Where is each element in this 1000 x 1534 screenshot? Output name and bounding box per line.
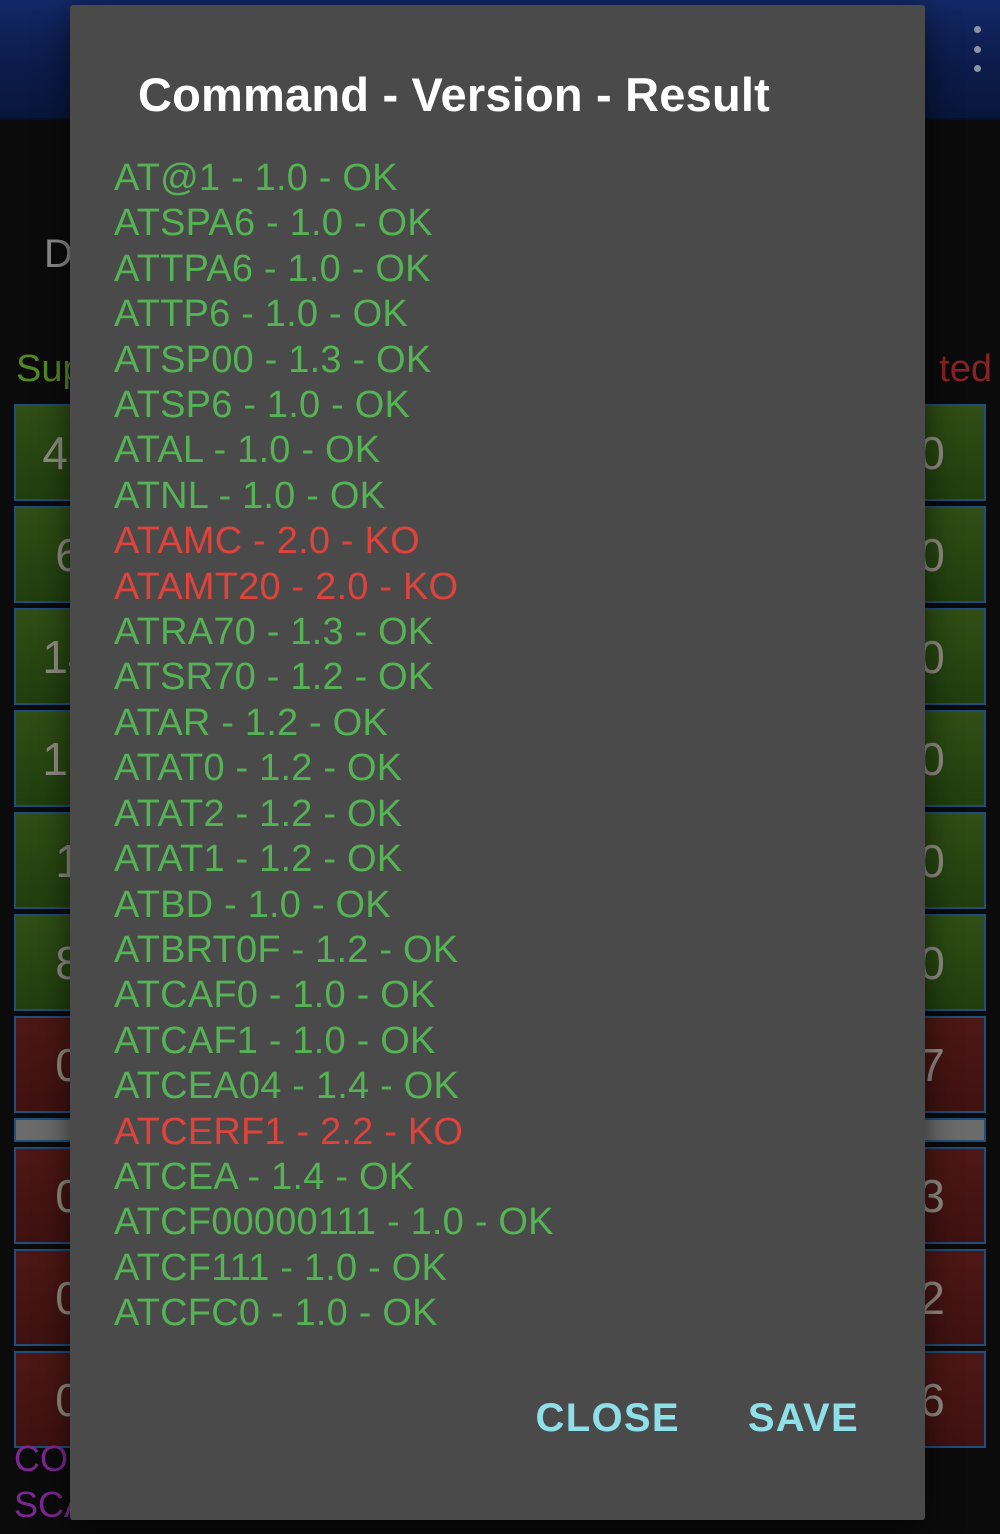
command-row: ATNL - 1.0 - OK [114, 474, 386, 517]
command-row: ATCAF0 - 1.0 - OK [114, 974, 436, 1017]
command-row: ATSP00 - 1.3 - OK [114, 338, 432, 381]
command-row: ATAT2 - 1.2 - OK [114, 792, 403, 835]
command-row: ATAT0 - 1.2 - OK [114, 747, 403, 790]
command-row: ATCEA - 1.4 - OK [114, 1155, 415, 1198]
command-row: ATAL - 1.0 - OK [114, 429, 381, 472]
command-row: ATRA70 - 1.3 - OK [114, 611, 434, 654]
command-row: ATBD - 1.0 - OK [114, 883, 391, 926]
command-row: ATBRT0F - 1.2 - OK [114, 928, 459, 971]
command-row: ATAR - 1.2 - OK [114, 701, 388, 744]
dialog-title: Command - Version - Result [138, 68, 770, 121]
screen-root: D Sup ted 43 6 14 13 1 8 0 0 0 0 0000007326 CON S… [0, 0, 1000, 1534]
command-row: ATCAF1 - 1.0 - OK [114, 1019, 436, 1062]
command-row: ATSR70 - 1.2 - OK [114, 656, 434, 699]
command-row: ATAT1 - 1.2 - OK [114, 838, 403, 881]
command-list: AT@1 - 1.0 - OK ATSPA6 - 1.0 - OK ATTPA6 -… [114, 156, 925, 1337]
command-row: AT@1 - 1.0 - OK [114, 157, 398, 199]
command-list-scroll[interactable]: AT@1 - 1.0 - OK ATSPA6 - 1.0 - OK ATTPA6 -… [70, 156, 925, 1370]
command-row: ATSP6 - 1.0 - OK [114, 384, 411, 427]
command-row: ATTPA6 - 1.0 - OK [114, 247, 431, 290]
save-button[interactable]: SAVE [728, 1384, 879, 1453]
command-result-dialog: Command - Version - Result AT@1 - 1.0 - … [70, 5, 925, 1520]
command-row: ATAMT20 - 2.0 - KO [114, 565, 459, 608]
dialog-action-bar: CLOSE SAVE [70, 1370, 925, 1520]
close-button[interactable]: CLOSE [516, 1384, 700, 1453]
list-bottom-fade [70, 1354, 925, 1370]
command-row: ATSPA6 - 1.0 - OK [114, 202, 433, 245]
command-row: ATCFC0 - 1.0 - OK [114, 1292, 438, 1335]
command-row: ATCERF1 - 2.2 - KO [114, 1110, 464, 1153]
command-row: ATCF00000111 - 1.0 - OK [114, 1201, 554, 1244]
command-row: ATCEA04 - 1.4 - OK [114, 1065, 460, 1108]
command-row: ATAMC - 2.0 - KO [114, 520, 420, 563]
command-row: ATTP6 - 1.0 - OK [114, 293, 408, 336]
command-row: ATCF111 - 1.0 - OK [114, 1246, 448, 1289]
